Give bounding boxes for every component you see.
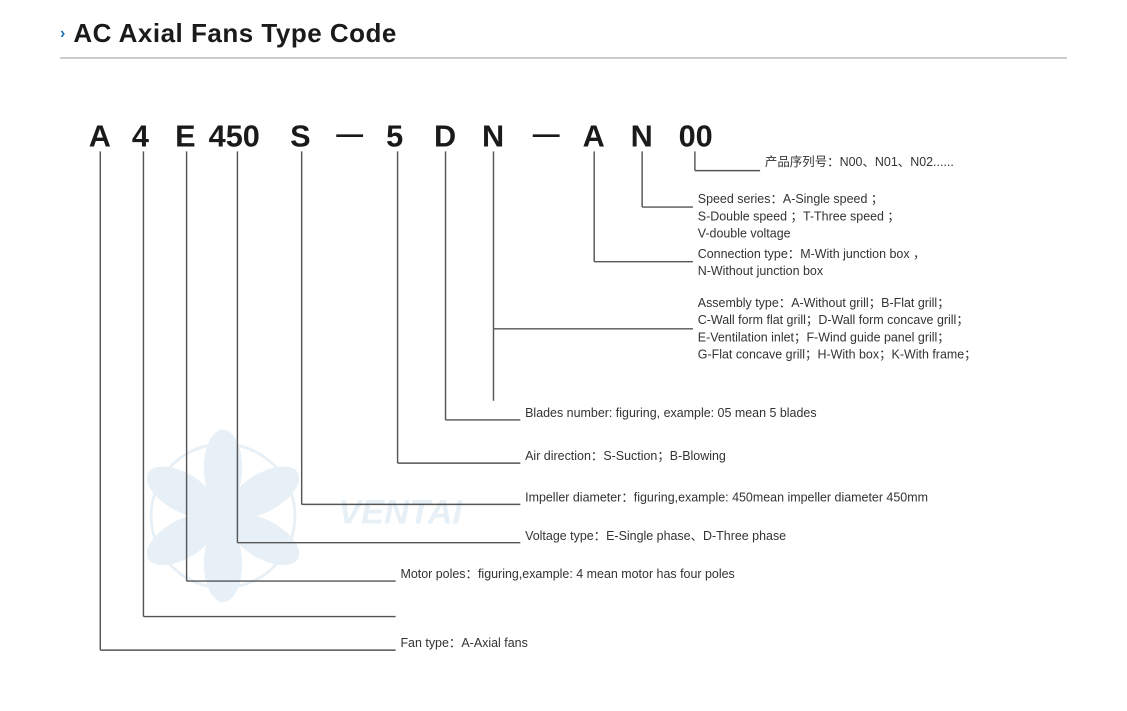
svg-text:S: S [290, 119, 310, 154]
svg-text:Assembly type：A-Without grill；: Assembly type：A-Without grill；B-Flat gri… [698, 296, 950, 310]
svg-text:E: E [175, 119, 195, 154]
diagram-svg: A 4 E 450 S — 5 D N — A N 00 [60, 77, 1067, 667]
svg-text:A: A [583, 119, 605, 154]
svg-text:N: N [631, 119, 653, 154]
svg-text:—: — [336, 119, 363, 149]
svg-text:5: 5 [386, 119, 403, 154]
diagram-area: A 4 E 450 S — 5 D N — A N 00 [60, 77, 1067, 667]
svg-text:VENTAI: VENTAI [338, 494, 463, 532]
svg-text:Blades number: figuring, examp: Blades number: figuring, example: 05 mea… [525, 406, 816, 420]
svg-text:C-Wall form flat grill；D-Wall: C-Wall form flat grill；D-Wall form conca… [698, 313, 969, 327]
svg-text:450: 450 [209, 119, 260, 154]
title-divider [60, 57, 1067, 59]
header-section: › AC Axial Fans Type Code [60, 18, 1067, 49]
chevron-icon: › [60, 25, 65, 43]
svg-text:Motor poles：figuring,example:: Motor poles：figuring,example: 4 mean mot… [400, 567, 734, 581]
svg-text:Connection type：M-With junctio: Connection type：M-With junction box ， [698, 247, 926, 261]
svg-text:00: 00 [679, 119, 713, 154]
svg-text:E-Ventilation inlet；F-Wind gui: E-Ventilation inlet；F-Wind guide panel g… [698, 330, 950, 344]
svg-text:V-double voltage: V-double voltage [698, 227, 791, 241]
svg-text:Fan type：A-Axial fans: Fan type：A-Axial fans [400, 636, 527, 650]
svg-text:G-Flat concave grill；H-With bo: G-Flat concave grill；H-With box；K-With f… [698, 348, 977, 362]
svg-text:Voltage type：E-Single phase、D-: Voltage type：E-Single phase、D-Three phas… [525, 529, 786, 543]
svg-text:N-Without junction box: N-Without junction box [698, 264, 824, 278]
page-container: › AC Axial Fans Type Code A 4 E 450 S — … [0, 0, 1127, 711]
svg-text:—: — [533, 119, 560, 149]
svg-text:D: D [434, 119, 456, 154]
svg-text:Speed series：A-Single speed ；: Speed series：A-Single speed ； [698, 192, 884, 206]
svg-text:A: A [89, 119, 111, 154]
svg-text:S-Double speed ；T-Three speed: S-Double speed ；T-Three speed ； [698, 209, 900, 223]
svg-text:N: N [482, 119, 504, 154]
page-title: AC Axial Fans Type Code [73, 18, 397, 49]
svg-text:4: 4 [132, 119, 149, 154]
svg-text:Impeller diameter：figuring,exa: Impeller diameter：figuring,example: 450m… [525, 490, 928, 504]
svg-text:产品序列号：N00、N01、N02......: 产品序列号：N00、N01、N02...... [765, 154, 954, 169]
svg-text:Air direction：S-Suction；B-Blow: Air direction：S-Suction；B-Blowing [525, 449, 726, 463]
